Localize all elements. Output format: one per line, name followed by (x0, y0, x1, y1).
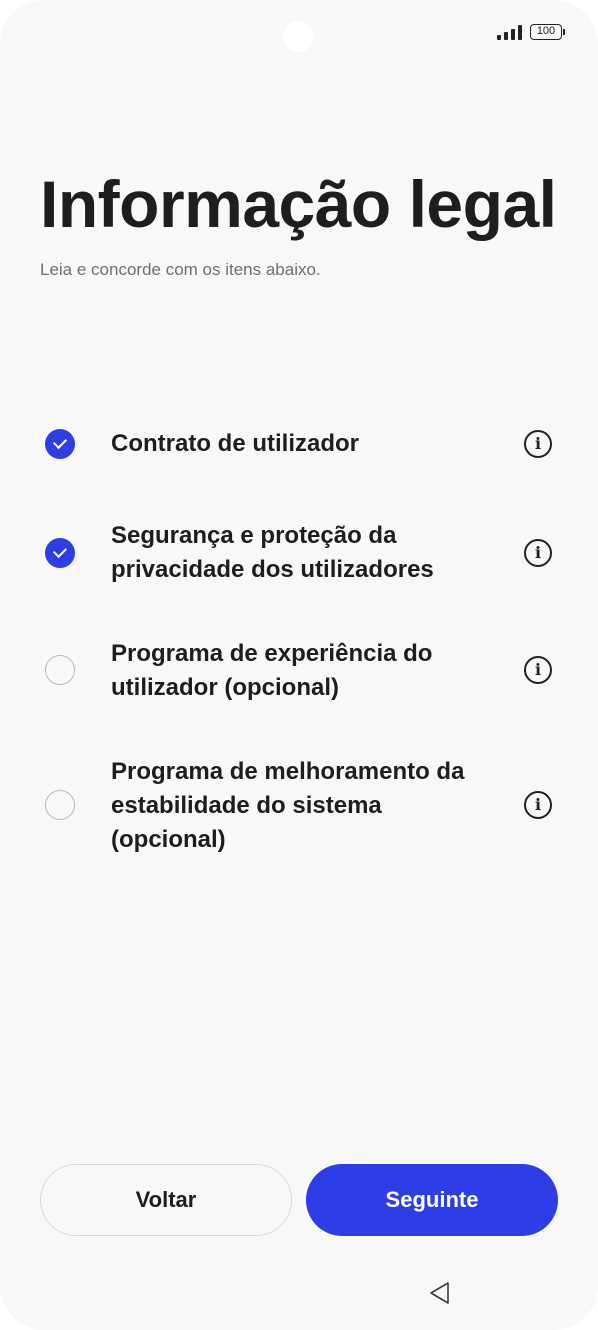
page-title: Informação legal (40, 167, 557, 241)
camera-cutout (283, 21, 314, 52)
screen: 100 Informação legal Leia e concorde com… (0, 0, 598, 1330)
item-label[interactable]: Programa de melhoramento da estabilidade… (111, 755, 491, 857)
info-icon[interactable]: i (524, 430, 552, 458)
info-icon[interactable]: i (524, 539, 552, 567)
back-button[interactable]: Voltar (40, 1164, 292, 1236)
checkbox-user-experience[interactable] (45, 655, 75, 685)
signal-icon (497, 24, 522, 40)
checkbox-privacy[interactable] (45, 538, 75, 568)
info-icon[interactable]: i (524, 656, 552, 684)
page-subtitle: Leia e concorde com os itens abaixo. (40, 260, 321, 279)
checkbox-system-stability[interactable] (45, 790, 75, 820)
nav-back-icon[interactable] (428, 1281, 452, 1305)
battery-icon: 100 (530, 24, 565, 40)
info-icon[interactable]: i (524, 791, 552, 819)
item-label[interactable]: Contrato de utilizador (111, 427, 491, 461)
item-label[interactable]: Segurança e proteção da privacidade dos … (111, 519, 491, 587)
next-button[interactable]: Seguinte (306, 1164, 558, 1236)
checkbox-user-agreement[interactable] (45, 429, 75, 459)
item-label[interactable]: Programa de experiência do utilizador (o… (111, 637, 491, 705)
status-bar: 100 (497, 24, 565, 40)
